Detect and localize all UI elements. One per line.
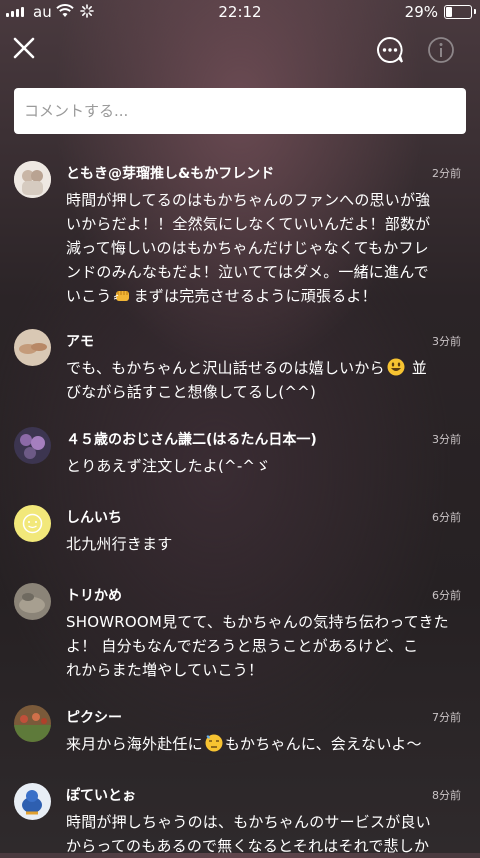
comment-input[interactable] — [14, 88, 466, 134]
comment-text: SHOWROOM見てて、もかちゃんの気持ち伝わってきた よ！ 自分もなんでだろう… — [66, 610, 462, 682]
comment-text: でも、もかちゃんと沢山話せるのは嬉しいから 並 びながら話すこと想像してるし(^… — [66, 356, 462, 404]
comment-line: いからだよ！！全然気にしなくていいんだよ！部数が — [66, 215, 431, 233]
comment-time: 7分前 — [432, 711, 461, 724]
sweat-face-emoji-icon — [205, 734, 223, 752]
comment-time: 6分前 — [432, 511, 461, 524]
comment-line: とりあえず注文したよ(^-^ゞ — [66, 457, 271, 475]
chat-bubble-icon[interactable] — [375, 35, 405, 65]
comment-line: 減って悔しいのはもかちゃんだけじゃなくてもかフレ — [66, 239, 429, 257]
avatar[interactable] — [14, 505, 51, 542]
status-bar: au 22:12 29% — [0, 0, 480, 24]
comment-time: 2分前 — [432, 167, 461, 180]
comment-line: 来月から海外赴任に もかちゃんに、会えないよ〜 — [66, 734, 422, 753]
comment-author[interactable]: トリかめ — [66, 585, 122, 605]
avatar[interactable] — [14, 583, 51, 620]
comment-time: 3分前 — [432, 433, 461, 446]
avatar[interactable] — [14, 161, 51, 198]
comment-line: ンドのみんなもだよ！泣いててはダメ。一緒に進んで — [66, 263, 429, 281]
battery-percent: 29% — [404, 3, 438, 21]
avatar[interactable] — [14, 783, 51, 820]
comment-line: いこう まずは完売させるように頑張るよ！ — [66, 287, 377, 305]
comment-time: 3分前 — [432, 335, 461, 348]
comment-line: 時間が押しちゃうのは、もかちゃんのサービスが良い — [66, 813, 431, 831]
comment-input-box[interactable] — [14, 88, 466, 134]
close-icon[interactable] — [10, 34, 38, 62]
comment-text: 時間が押しちゃうのは、もかちゃんのサービスが良い からってのもあるので無くなると… — [66, 810, 462, 858]
comment-line: からってのもあるので無くなるとそれはそれで悲しか — [66, 837, 430, 855]
comment-author[interactable]: しんいち — [66, 507, 122, 527]
info-icon[interactable] — [427, 36, 455, 64]
comment-author[interactable]: ともき@芽瑠推し&もかフレンド — [66, 163, 274, 183]
comment-author[interactable]: アモ — [66, 331, 94, 351]
comment-text: 来月から海外赴任に もかちゃんに、会えないよ〜 — [66, 732, 462, 756]
battery-icon — [444, 5, 476, 19]
avatar[interactable] — [14, 427, 51, 464]
comment-author[interactable]: ぽていとぉ — [66, 785, 136, 805]
comment-line: でも、もかちゃんと沢山話せるのは嬉しいから 並 — [66, 358, 427, 377]
comment-line: よ！ 自分もなんでだろうと思うことがあるけど、こ — [66, 637, 419, 655]
comment-line: 北九州行きます — [66, 535, 173, 553]
comment-text: とりあえず注文したよ(^-^ゞ — [66, 454, 462, 478]
comment-line: 時間が押してるのはもかちゃんのファンへの思いが強 — [66, 191, 431, 209]
fist-emoji-icon — [113, 291, 129, 301]
comment-author[interactable]: ピクシー — [66, 707, 122, 727]
comment-time: 6分前 — [432, 589, 461, 602]
smiley-emoji-icon — [387, 358, 405, 376]
comment-line: れからまた増やしていこう！ — [66, 661, 264, 679]
comment-text: 北九州行きます — [66, 532, 462, 556]
comment-text: 時間が押してるのはもかちゃんのファンへの思いが強 いからだよ！！全然気にしなくて… — [66, 188, 462, 308]
comment-author[interactable]: ４５歳のおじさん謙二(はるたん日本一) — [66, 429, 317, 449]
comment-time: 8分前 — [432, 789, 461, 802]
comment-line: びながら話すこと想像してるし(^^) — [66, 383, 316, 401]
avatar[interactable] — [14, 705, 51, 742]
comment-line: SHOWROOM見てて、もかちゃんの気持ち伝わってきた — [66, 613, 449, 631]
avatar[interactable] — [14, 329, 51, 366]
